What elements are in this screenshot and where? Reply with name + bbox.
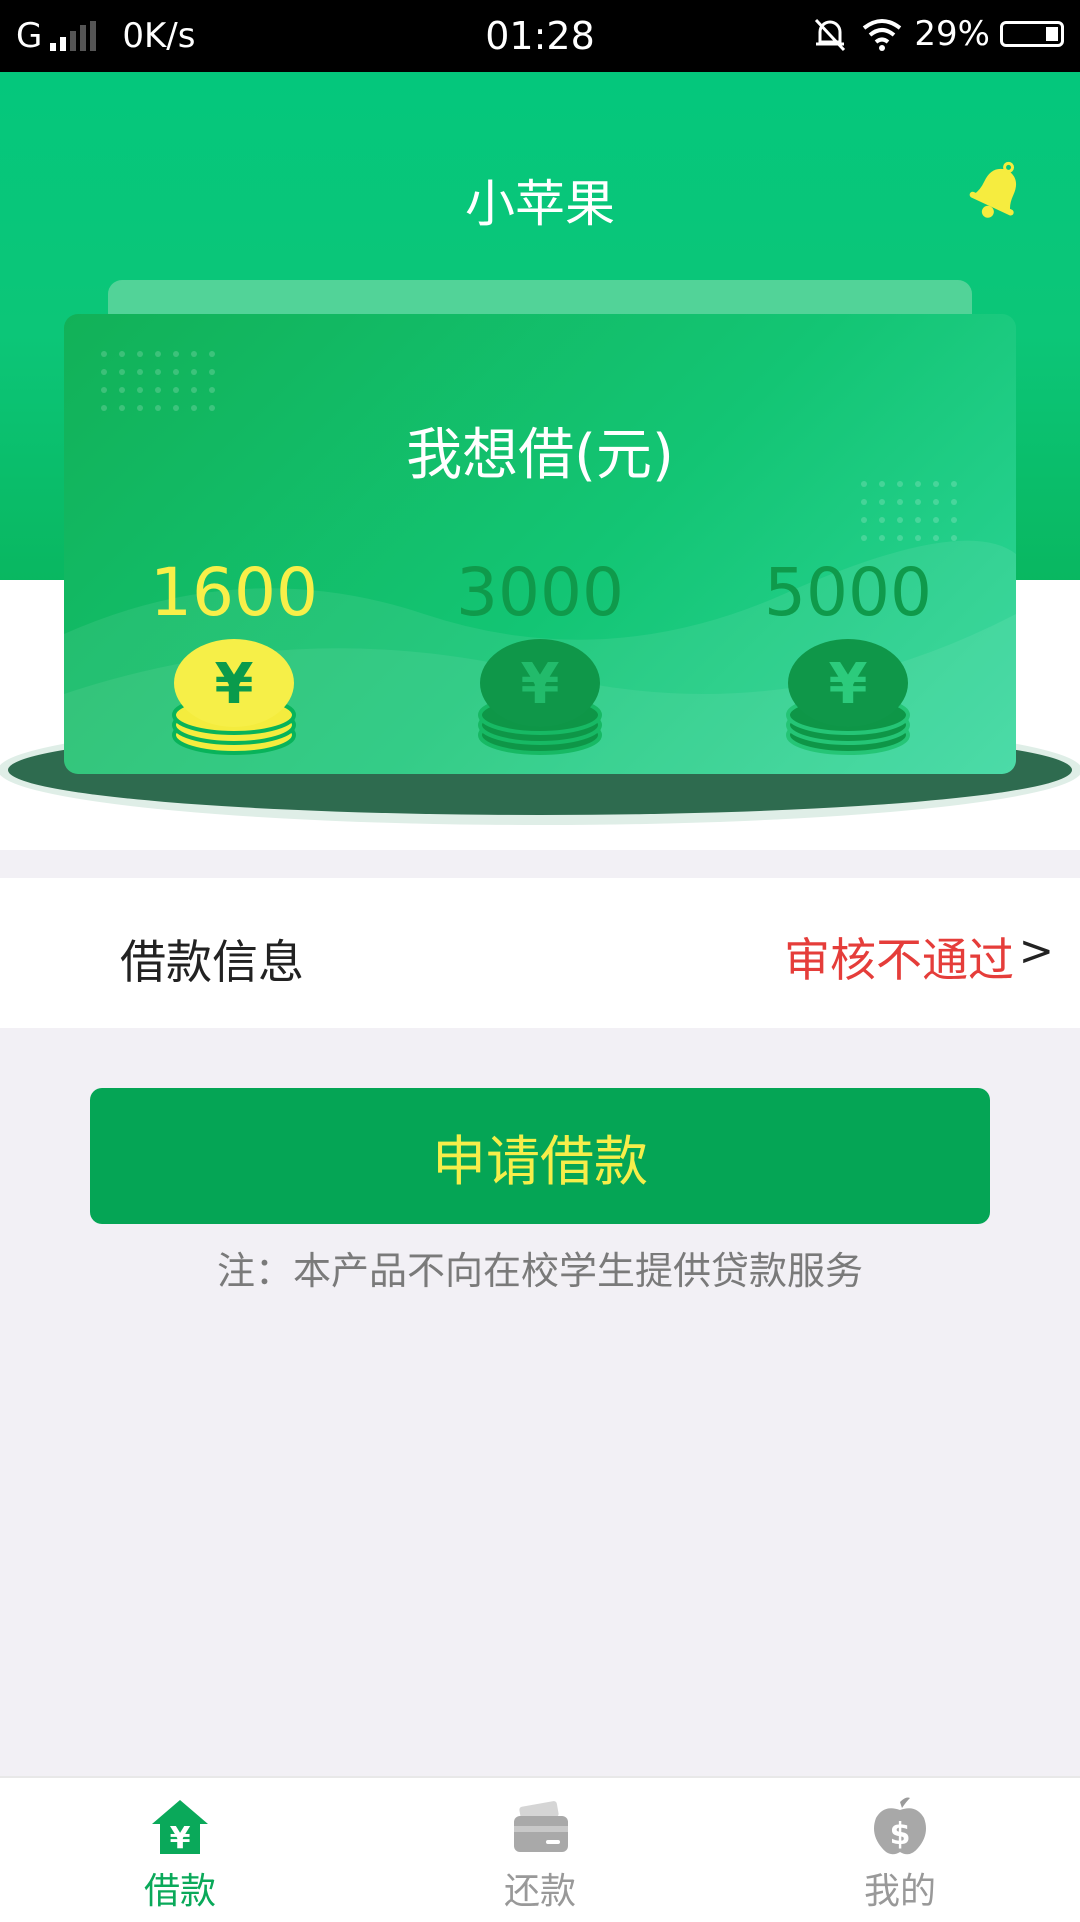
amount-option-3000[interactable]: 3000 ¥ bbox=[420, 554, 660, 757]
disclaimer-note: 注：本产品不向在校学生提供贷款服务 bbox=[216, 1249, 863, 1293]
svg-text:¥: ¥ bbox=[521, 652, 560, 717]
mute-bell-icon bbox=[815, 18, 846, 52]
tab-label: 借款 bbox=[143, 1871, 216, 1912]
loan-info-row[interactable]: 借款信息 审核不通过 > bbox=[0, 878, 1080, 1028]
chevron-right-icon: > bbox=[1018, 926, 1054, 975]
tab-mine[interactable]: $ 我的 bbox=[780, 1778, 1020, 1922]
amount-value: 3000 bbox=[456, 554, 624, 631]
loan-info-label: 借款信息 bbox=[120, 935, 304, 989]
amount-value: 5000 bbox=[764, 554, 932, 631]
notification-bell-icon[interactable] bbox=[962, 154, 1034, 226]
amount-option-5000[interactable]: 5000 ¥ bbox=[728, 554, 968, 757]
page-title: 小苹果 bbox=[465, 175, 615, 233]
card-title: 我想借(元) bbox=[406, 423, 674, 488]
tab-label: 我的 bbox=[863, 1871, 936, 1912]
svg-text:¥: ¥ bbox=[829, 652, 868, 717]
home-yen-icon: ¥ bbox=[152, 1800, 208, 1856]
coin-stack-icon: ¥ bbox=[478, 639, 602, 755]
loan-amount-card: 我想借(元) 1600 ¥ 3000 ¥ 5000 ¥ bbox=[64, 314, 1016, 774]
tab-borrow[interactable]: ¥ 借款 bbox=[60, 1778, 300, 1922]
review-status: 审核不通过 bbox=[784, 933, 1014, 987]
bottom-tab-bar: ¥ 借款 还款 $ 我的 bbox=[0, 1776, 1080, 1922]
wifi-icon bbox=[863, 19, 902, 51]
amount-option-1600[interactable]: 1600 ¥ bbox=[114, 554, 354, 757]
coin-stack-icon: ¥ bbox=[172, 639, 296, 755]
tab-repay[interactable]: 还款 bbox=[420, 1778, 660, 1922]
svg-text:¥: ¥ bbox=[215, 652, 254, 717]
status-bar: G 0K/s 01:28 29% bbox=[0, 0, 1080, 72]
amount-value: 1600 bbox=[150, 554, 318, 631]
apply-loan-button[interactable]: 申请借款 bbox=[90, 1088, 990, 1224]
wallet-icon bbox=[514, 1801, 568, 1852]
svg-text:¥: ¥ bbox=[170, 1821, 191, 1856]
battery-icon bbox=[1000, 21, 1064, 47]
coin-stack-icon: ¥ bbox=[786, 639, 910, 755]
apple-dollar-icon: $ bbox=[874, 1797, 926, 1855]
battery-percent: 29% bbox=[914, 14, 990, 54]
svg-text:$: $ bbox=[890, 1817, 911, 1852]
tab-label: 还款 bbox=[503, 1871, 576, 1912]
